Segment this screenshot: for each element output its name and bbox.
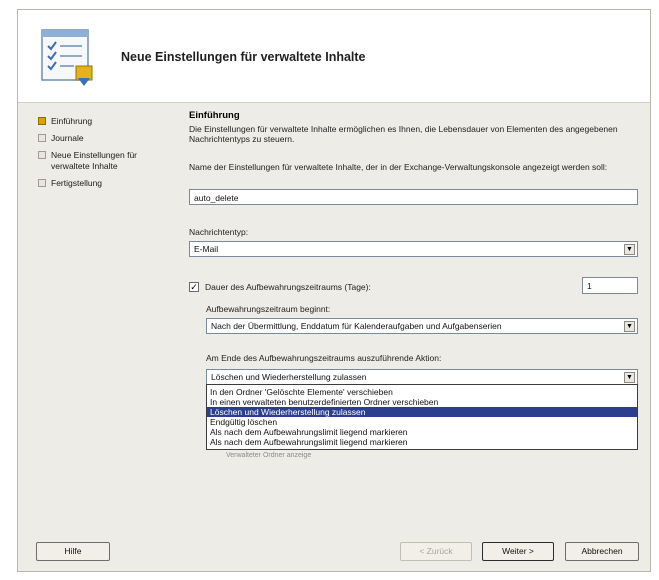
- retention-action-dropdown: In den Ordner 'Gelöschte Elemente' versc…: [206, 384, 638, 450]
- hidden-field-text: Verwalteter Ordner anzeige: [226, 452, 312, 459]
- retention-action-value: Löschen und Wiederherstellung zulassen: [211, 372, 367, 382]
- wizard-header: Neue Einstellungen für verwaltete Inhalt…: [18, 10, 650, 103]
- step-label: Fertigstellung: [51, 178, 103, 188]
- wizard-title: Neue Einstellungen für verwaltete Inhalt…: [121, 50, 366, 64]
- retention-action-select[interactable]: Löschen und Wiederherstellung zulassen ▼: [206, 369, 638, 385]
- dropdown-option[interactable]: Als nach dem Aufbewahrungslimit liegend …: [207, 427, 637, 437]
- retention-checkbox-label: Dauer des Aufbewahrungszeitraums (Tage):: [205, 282, 371, 292]
- wizard-content: Einführung Die Einstellungen für verwalt…: [189, 102, 650, 571]
- step-journale: Journale: [38, 133, 188, 144]
- retention-start-label: Aufbewahrungszeitraum beginnt:: [206, 304, 331, 314]
- retention-checkbox[interactable]: ✓: [189, 282, 199, 292]
- message-type-select[interactable]: E-Mail ▼: [189, 241, 638, 257]
- chevron-down-icon[interactable]: ▼: [624, 372, 635, 383]
- dropdown-option-selected[interactable]: Löschen und Wiederherstellung zulassen: [207, 407, 637, 417]
- step-label: Neue Einstellungen für verwaltete Inhalt…: [51, 150, 138, 171]
- message-type-label: Nachrichtentyp:: [189, 227, 249, 237]
- chevron-down-icon[interactable]: ▼: [624, 321, 635, 332]
- wizard-steps: Einführung Journale Neue Einstellungen f…: [38, 116, 188, 195]
- retention-days-input[interactable]: 1: [582, 277, 638, 294]
- retention-action-label: Am Ende des Aufbewahrungszeitraums auszu…: [206, 353, 442, 363]
- name-input[interactable]: auto_delete: [189, 189, 638, 205]
- checklist-icon: [38, 28, 98, 90]
- back-button[interactable]: < Zurück: [400, 542, 472, 561]
- step-fertigstellung: Fertigstellung: [38, 178, 188, 189]
- next-button[interactable]: Weiter >: [482, 542, 554, 561]
- retention-start-value: Nach der Übermittlung, Enddatum für Kale…: [211, 321, 502, 331]
- step-neue-einstellungen: Neue Einstellungen für verwaltete Inhalt…: [38, 150, 176, 172]
- wizard-window: Neue Einstellungen für verwaltete Inhalt…: [17, 9, 651, 572]
- step-active-icon: [38, 117, 46, 125]
- dropdown-option[interactable]: In einen verwalteten benutzerdefinierten…: [207, 397, 637, 407]
- step-pending-icon: [38, 151, 46, 159]
- chevron-down-icon[interactable]: ▼: [624, 244, 635, 255]
- step-label: Einführung: [51, 116, 93, 126]
- section-title: Einführung: [189, 110, 240, 121]
- step-einfuehrung: Einführung: [38, 116, 188, 127]
- step-pending-icon: [38, 179, 46, 187]
- dropdown-option[interactable]: Als nach dem Aufbewahrungslimit liegend …: [207, 437, 637, 447]
- dropdown-option[interactable]: In den Ordner 'Gelöschte Elemente' versc…: [207, 387, 637, 397]
- dropdown-option[interactable]: Endgültig löschen: [207, 417, 637, 427]
- cancel-button[interactable]: Abbrechen: [565, 542, 639, 561]
- step-label: Journale: [51, 133, 84, 143]
- name-label: Name der Einstellungen für verwaltete In…: [189, 162, 608, 172]
- help-button[interactable]: Hilfe: [36, 542, 110, 561]
- section-description: Die Einstellungen für verwaltete Inhalte…: [189, 124, 618, 144]
- message-type-value: E-Mail: [194, 244, 219, 254]
- step-pending-icon: [38, 134, 46, 142]
- retention-start-select[interactable]: Nach der Übermittlung, Enddatum für Kale…: [206, 318, 638, 334]
